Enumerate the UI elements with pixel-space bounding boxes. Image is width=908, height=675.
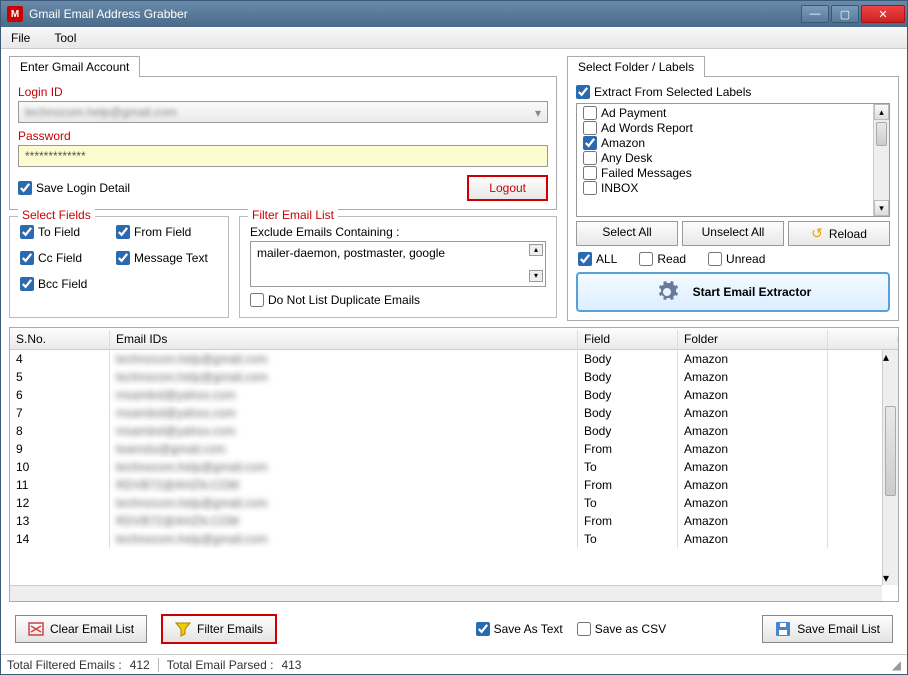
close-button[interactable]: ✕ [861, 5, 905, 23]
table-row[interactable]: 9teamstu@gmail.comFromAmazon [10, 440, 898, 458]
table-row[interactable]: 6msambol@yahoo.comBodyAmazon [10, 386, 898, 404]
col-field[interactable]: Field [578, 330, 678, 348]
labels-scrollbar[interactable]: ▴ ▾ [873, 104, 889, 216]
exclude-label: Exclude Emails Containing : [250, 225, 546, 239]
login-id-combo[interactable]: technocom.help@gmail.com ▾ [18, 101, 548, 123]
status-parsed-value: 413 [281, 658, 301, 672]
titlebar[interactable]: M Gmail Email Address Grabber — ▢ ✕ [1, 1, 907, 27]
table-row[interactable]: 11RDVB72@AHZN.COMFromAmazon [10, 476, 898, 494]
save-login-checkbox[interactable]: Save Login Detail [18, 181, 130, 195]
reload-button[interactable]: ↺Reload [788, 221, 890, 246]
spin-down-icon[interactable]: ▾ [529, 270, 543, 282]
table-row[interactable]: 8msambol@yahoo.comBodyAmazon [10, 422, 898, 440]
app-window: M Gmail Email Address Grabber — ▢ ✕ File… [0, 0, 908, 675]
scroll-thumb[interactable] [885, 406, 896, 496]
label-item[interactable]: Ad Words Report [581, 121, 885, 135]
label-item[interactable]: Ad Payment [581, 106, 885, 120]
resize-grip-icon[interactable]: ◢ [892, 658, 901, 672]
no-duplicate-checkbox[interactable]: Do Not List Duplicate Emails [250, 293, 546, 307]
logout-button[interactable]: Logout [467, 175, 548, 201]
menu-tool[interactable]: Tool [54, 31, 76, 45]
reload-icon: ↺ [811, 225, 823, 242]
table-row[interactable]: 10technocom.help@gmail.comToAmazon [10, 458, 898, 476]
funnel-icon [175, 621, 191, 637]
tab-enter-account[interactable]: Enter Gmail Account [9, 56, 140, 77]
unread-checkbox[interactable]: Unread [708, 252, 765, 266]
table-row[interactable]: 5technocom.help@gmail.comBodyAmazon [10, 368, 898, 386]
label-item[interactable]: Amazon [581, 136, 885, 150]
unselect-all-button[interactable]: Unselect All [682, 221, 784, 246]
minimize-button[interactable]: — [801, 5, 829, 23]
extract-labels-checkbox[interactable]: Extract From Selected Labels [576, 85, 890, 99]
scroll-thumb[interactable] [876, 122, 887, 146]
spin-up-icon[interactable]: ▴ [529, 244, 543, 256]
scroll-up-icon[interactable]: ▴ [883, 350, 898, 364]
scroll-down-icon[interactable]: ▾ [883, 571, 898, 585]
login-id-label: Login ID [18, 85, 548, 99]
save-as-csv-checkbox[interactable]: Save as CSV [577, 622, 666, 636]
save-as-text-checkbox[interactable]: Save As Text [476, 622, 563, 636]
col-email[interactable]: Email IDs [110, 330, 578, 348]
bottom-toolbar: Clear Email List Filter Emails Save As T… [9, 606, 899, 648]
start-extractor-button[interactable]: Start Email Extractor [576, 272, 890, 312]
save-icon [775, 621, 791, 637]
tab-select-folder[interactable]: Select Folder / Labels [567, 56, 705, 77]
message-text-checkbox[interactable]: Message Text [116, 251, 208, 265]
menu-file[interactable]: File [11, 31, 30, 45]
from-field-checkbox[interactable]: From Field [116, 225, 208, 239]
to-field-checkbox[interactable]: To Field [20, 225, 106, 239]
exclude-input[interactable]: mailer-daemon, postmaster, google ▴▾ [250, 241, 546, 287]
window-title: Gmail Email Address Grabber [29, 7, 801, 21]
app-icon: M [7, 6, 23, 22]
status-bar: Total Filtered Emails : 412 Total Email … [1, 654, 907, 674]
status-filtered-value: 412 [130, 658, 150, 672]
status-filtered-label: Total Filtered Emails : [7, 658, 122, 672]
scroll-up-icon[interactable]: ▴ [874, 104, 889, 120]
maximize-button[interactable]: ▢ [831, 5, 859, 23]
status-parsed-label: Total Email Parsed : [167, 658, 274, 672]
label-item[interactable]: Any Desk [581, 151, 885, 165]
table-row[interactable]: 4technocom.help@gmail.comBodyAmazon [10, 350, 898, 368]
labels-listbox[interactable]: Ad PaymentAd Words ReportAmazonAny DeskF… [576, 103, 890, 217]
filter-email-title: Filter Email List [248, 208, 338, 222]
cc-field-checkbox[interactable]: Cc Field [20, 251, 106, 265]
filter-email-group: Filter Email List Exclude Emails Contain… [239, 216, 557, 318]
select-fields-title: Select Fields [18, 208, 95, 222]
menubar: File Tool [1, 27, 907, 49]
table-row[interactable]: 13RDVB72@AHZN.COMFromAmazon [10, 512, 898, 530]
save-email-list-button[interactable]: Save Email List [762, 615, 893, 643]
select-all-button[interactable]: Select All [576, 221, 678, 246]
results-table: S.No. Email IDs Field Folder 4technocom.… [9, 327, 899, 602]
chevron-down-icon: ▾ [535, 106, 541, 120]
clear-icon [28, 621, 44, 637]
col-spacer [828, 337, 898, 341]
table-vscrollbar[interactable]: ▴ ▾ [882, 350, 898, 585]
label-item[interactable]: Failed Messages [581, 166, 885, 180]
table-row[interactable]: 14technocom.help@gmail.comToAmazon [10, 530, 898, 548]
table-header: S.No. Email IDs Field Folder [10, 328, 898, 350]
table-row[interactable]: 7msambol@yahoo.comBodyAmazon [10, 404, 898, 422]
all-checkbox[interactable]: ALL [578, 252, 617, 266]
select-fields-group: Select Fields To Field Cc Field Bcc Fiel… [9, 216, 229, 318]
table-row[interactable]: 12technocom.help@gmail.comToAmazon [10, 494, 898, 512]
gear-icon [655, 280, 679, 304]
account-panel: Login ID technocom.help@gmail.com ▾ Pass… [9, 76, 557, 210]
col-sno[interactable]: S.No. [10, 330, 110, 348]
login-id-value: technocom.help@gmail.com [25, 105, 177, 119]
filter-emails-button[interactable]: Filter Emails [161, 614, 277, 644]
col-folder[interactable]: Folder [678, 330, 828, 348]
read-checkbox[interactable]: Read [639, 252, 686, 266]
label-item[interactable]: INBOX [581, 181, 885, 195]
bcc-field-checkbox[interactable]: Bcc Field [20, 277, 106, 291]
scroll-down-icon[interactable]: ▾ [874, 200, 889, 216]
password-input[interactable]: ************* [18, 145, 548, 167]
password-label: Password [18, 129, 548, 143]
table-hscrollbar[interactable] [10, 585, 882, 601]
clear-list-button[interactable]: Clear Email List [15, 615, 147, 643]
folders-panel: Extract From Selected Labels Ad PaymentA… [567, 76, 899, 321]
